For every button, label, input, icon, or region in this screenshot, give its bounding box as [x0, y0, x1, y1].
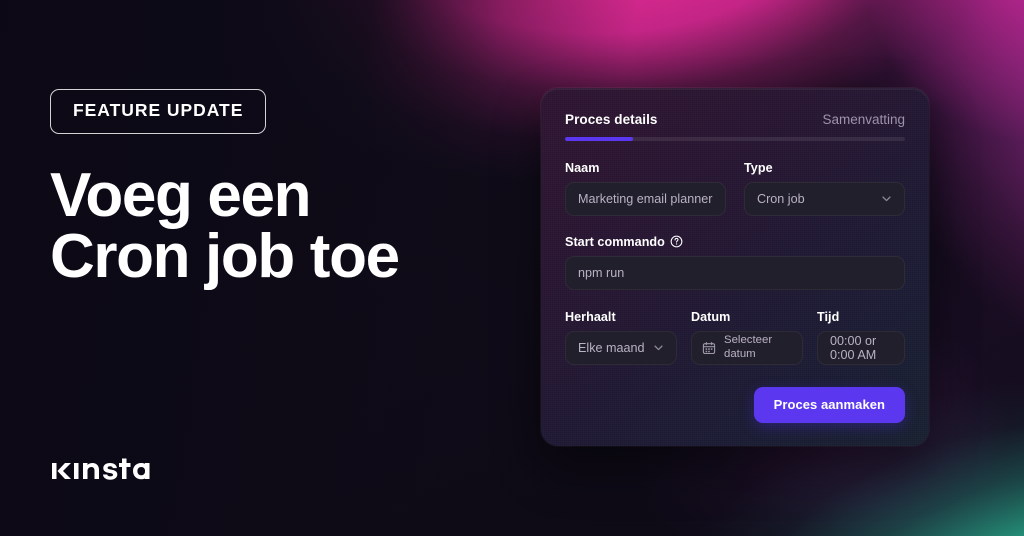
label-datum-text: Datum	[691, 309, 731, 324]
datum-picker-value: Selecteer datum	[724, 334, 773, 360]
card-actions: Proces aanmaken	[565, 386, 905, 423]
left-content: FEATURE UPDATE Voeg een Cron job toe	[50, 0, 520, 536]
wizard-steps: Proces details Samenvatting	[565, 112, 905, 127]
wizard-progress-fill	[565, 137, 633, 141]
tijd-input-value: 00:00 or 0:00 AM	[830, 333, 877, 362]
start-commando-value: npm run	[578, 265, 625, 280]
chevron-down-icon	[882, 196, 891, 202]
tijd-input[interactable]: 00:00 or 0:00 AM	[817, 330, 905, 365]
herhaalt-select[interactable]: Elke maand	[565, 330, 677, 365]
kinsta-logo-icon	[52, 458, 150, 480]
label-start-commando-text: Start commando	[565, 234, 665, 249]
badge-label: FEATURE UPDATE	[73, 100, 244, 120]
field-group-herhaalt: Herhaalt Elke maand	[565, 310, 677, 365]
create-process-button[interactable]: Proces aanmaken	[753, 386, 905, 423]
field-group-datum: Datum Selecteer datum	[691, 310, 803, 365]
chevron-down-icon	[654, 345, 663, 351]
datum-picker[interactable]: Selecteer datum	[691, 330, 803, 365]
step-samenvatting[interactable]: Samenvatting	[822, 112, 905, 127]
help-circle-icon[interactable]	[670, 235, 683, 248]
feature-update-badge: FEATURE UPDATE	[50, 89, 267, 134]
start-commando-input[interactable]: npm run	[565, 255, 905, 290]
kinsta-logo	[52, 458, 160, 484]
label-type: Type	[744, 161, 905, 175]
field-group-tijd: Tijd 00:00 or 0:00 AM	[817, 310, 905, 365]
label-datum: Datum	[691, 310, 803, 324]
process-details-card: Proces details Samenvatting Naam Marketi…	[541, 88, 929, 446]
field-group-naam: Naam Marketing email planner	[565, 161, 726, 216]
label-tijd-text: Tijd	[817, 309, 840, 324]
step-proces-details[interactable]: Proces details	[565, 112, 658, 127]
row-schedule: Herhaalt Elke maand Datum Selecteer datu…	[565, 310, 905, 365]
naam-input[interactable]: Marketing email planner	[565, 181, 726, 216]
field-group-start-commando: Start commando npm run	[565, 235, 905, 290]
label-tijd: Tijd	[817, 310, 905, 324]
label-type-text: Type	[744, 160, 773, 175]
label-herhaalt-text: Herhaalt	[565, 309, 616, 324]
type-select-value: Cron job	[757, 191, 805, 206]
type-select[interactable]: Cron job	[744, 181, 905, 216]
label-herhaalt: Herhaalt	[565, 310, 677, 324]
page-title: Voeg een Cron job toe	[50, 161, 400, 292]
field-group-type: Type Cron job	[744, 161, 905, 216]
row-naam-type: Naam Marketing email planner Type Cron j…	[565, 161, 905, 216]
label-naam-text: Naam	[565, 160, 600, 175]
wizard-progress-track	[565, 137, 905, 141]
naam-input-value: Marketing email planner	[578, 191, 713, 206]
label-start-commando: Start commando	[565, 235, 905, 249]
herhaalt-select-value: Elke maand	[578, 340, 645, 355]
label-naam: Naam	[565, 161, 726, 175]
calendar-icon	[702, 341, 716, 354]
